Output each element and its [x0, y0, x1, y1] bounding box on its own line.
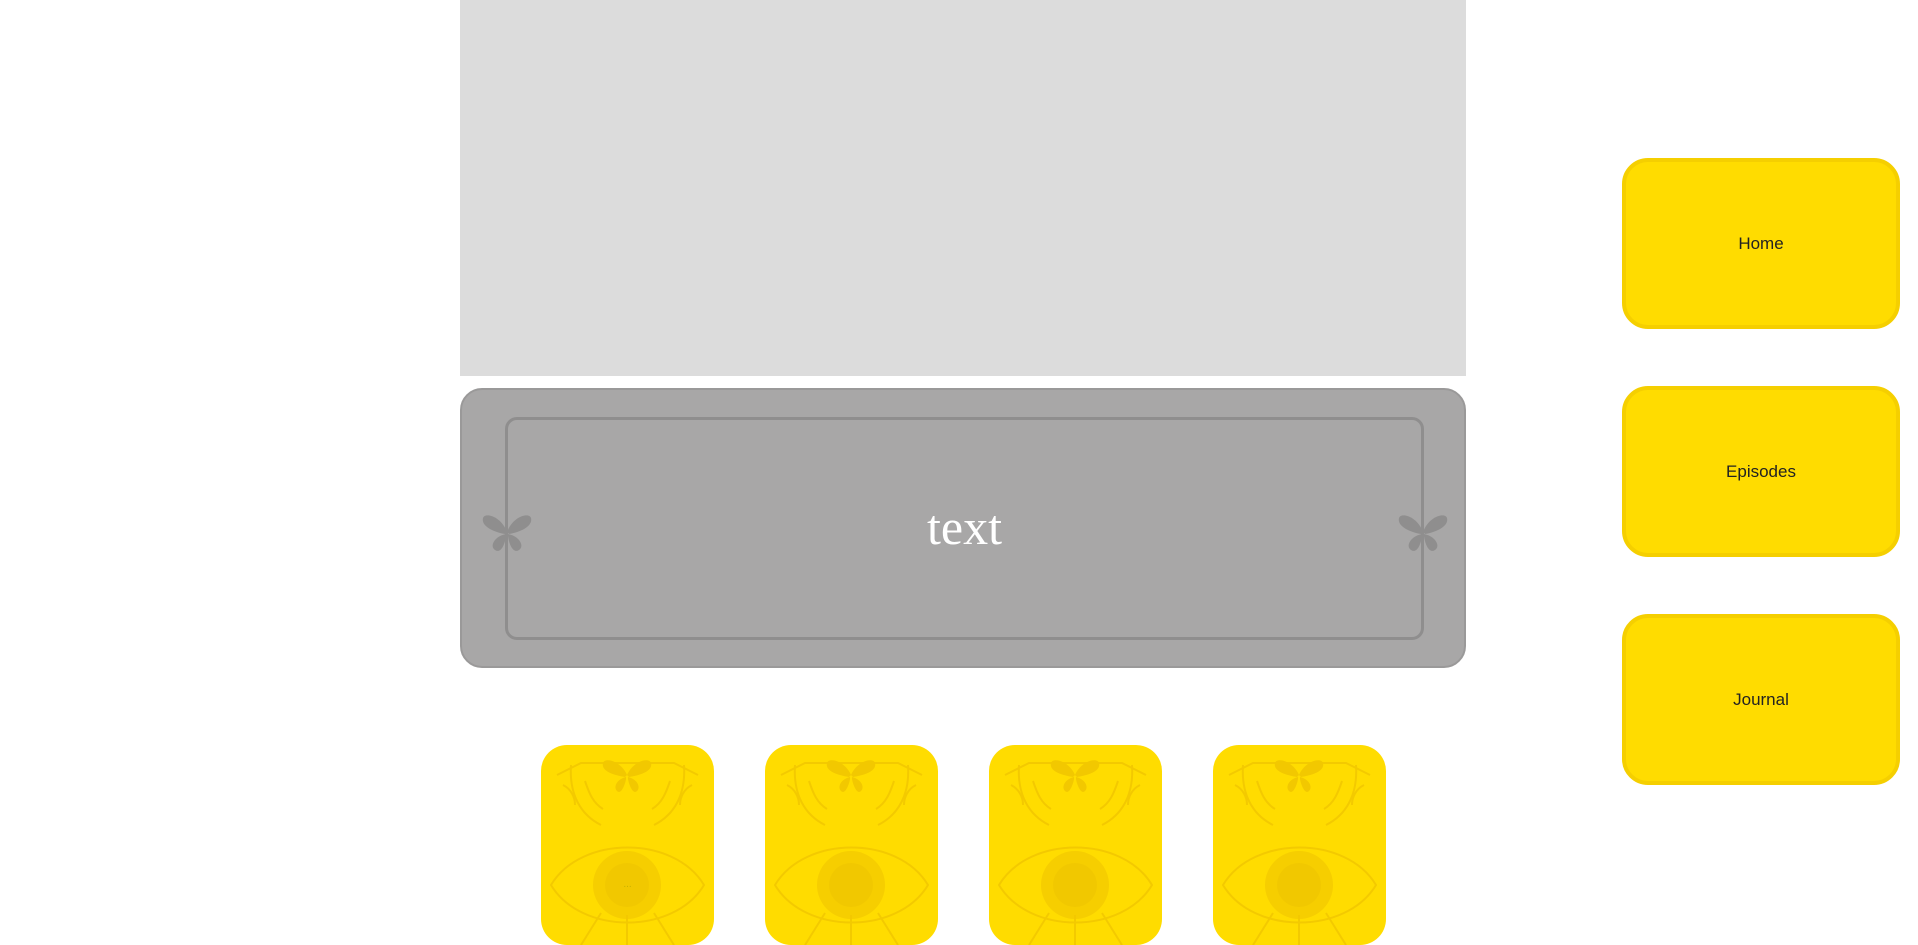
nav-episodes-button[interactable]: Episodes: [1622, 386, 1900, 557]
stag-eye-butterfly-emblem-icon: [773, 760, 930, 945]
stag-eye-butterfly-emblem-icon: [1221, 760, 1378, 945]
card-caption: ...: [623, 879, 632, 890]
nav-journal-button[interactable]: Journal: [1622, 614, 1900, 785]
card-1[interactable]: ...: [541, 745, 714, 945]
card-3[interactable]: [989, 745, 1162, 945]
card-2[interactable]: [765, 745, 938, 945]
stag-eye-butterfly-emblem-icon: [549, 760, 706, 945]
nav-home-button[interactable]: Home: [1622, 158, 1900, 329]
text-panel-frame: text: [505, 417, 1424, 640]
hero-image: [460, 0, 1466, 376]
stag-eye-butterfly-emblem-icon: [997, 760, 1154, 945]
panel-text: text: [927, 498, 1002, 555]
card-4[interactable]: [1213, 745, 1386, 945]
text-panel: text: [460, 388, 1466, 668]
